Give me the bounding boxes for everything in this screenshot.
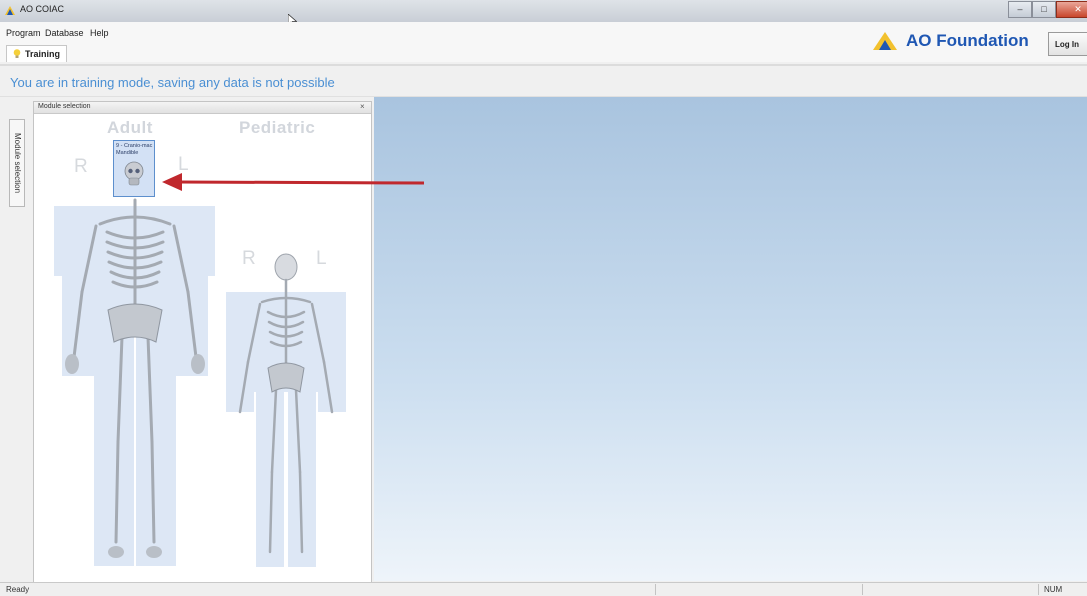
adult-label: Adult	[107, 118, 153, 137]
panel-close-button[interactable]: ×	[360, 102, 365, 111]
window-controls: – □ ✕	[1008, 1, 1087, 19]
title-bar: AO COIAC – □ ✕	[0, 0, 1087, 27]
log-in-button[interactable]: Log In	[1048, 32, 1087, 56]
model-viewer-area[interactable]	[374, 97, 1087, 581]
side-tab-label: Module selection	[13, 132, 22, 194]
module-label: 9 - Cranio-mac Mandible	[116, 143, 153, 156]
status-separator	[655, 584, 656, 595]
adult-right-letter: R	[74, 156, 88, 177]
status-bar: Ready NUM	[0, 582, 1087, 596]
tab-training-label: Training	[25, 49, 61, 59]
status-separator	[862, 584, 863, 595]
window-title: AO COIAC	[20, 4, 65, 14]
ao-logo-icon	[873, 32, 897, 50]
panel-header: Module selection ×	[34, 102, 371, 114]
num-lock-indicator: NUM	[1044, 585, 1063, 594]
module-cranio-maxillofacial-selected[interactable]: 9 - Cranio-mac Mandible	[113, 140, 155, 197]
menu-help[interactable]: Help	[90, 28, 109, 38]
close-window-button[interactable]: ✕	[1056, 1, 1087, 18]
status-ready-text: Ready	[6, 585, 30, 594]
panel-title: Module selection	[38, 103, 91, 110]
skull-icon	[124, 161, 144, 186]
adult-skeleton[interactable]	[52, 192, 217, 577]
maximize-button[interactable]: □	[1032, 1, 1056, 18]
ao-foundation-logo: AO Foundation	[872, 31, 1029, 51]
ao-app-icon	[5, 6, 15, 15]
menu-program[interactable]: Program	[6, 28, 41, 38]
menu-database[interactable]: Database	[45, 28, 84, 38]
pediatric-label: Pediatric	[239, 118, 316, 137]
tab-training[interactable]: Training	[6, 45, 68, 62]
minimize-button[interactable]: –	[1008, 1, 1032, 18]
side-tab-module-selection[interactable]: Module selection	[9, 119, 25, 207]
logo-text: AO Foundation	[906, 31, 1029, 50]
pediatric-skeleton[interactable]	[224, 242, 349, 572]
divider	[0, 64, 1087, 66]
training-mode-banner: You are in training mode, saving any dat…	[10, 75, 335, 90]
status-separator	[1038, 584, 1039, 595]
lightbulb-icon	[13, 49, 21, 58]
annotation-arrow-icon	[162, 173, 425, 191]
